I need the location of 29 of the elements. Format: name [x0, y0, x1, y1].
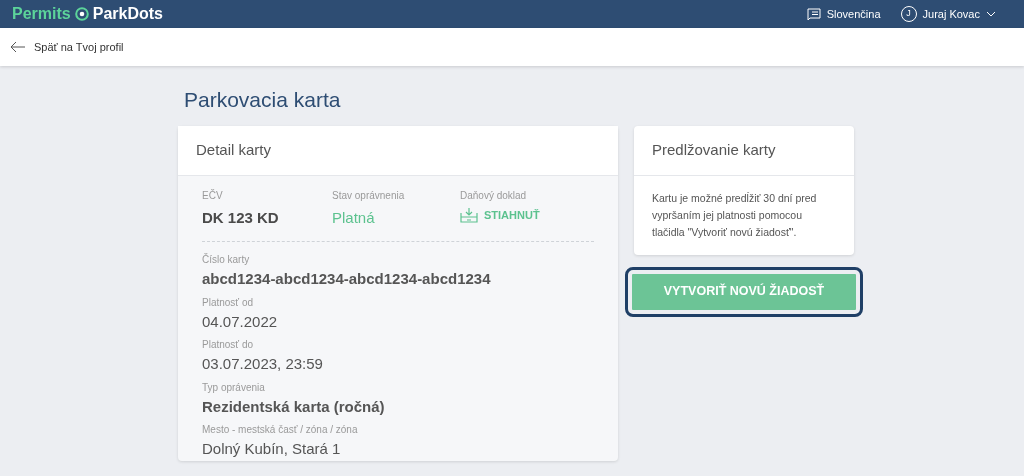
renewal-info-text: Kartu je možné predĺžiť 30 dní pred vypršaním jej platnosti pomocou tlačidla "Vytvoriť novú žiadosť". [651, 190, 818, 240]
logo-text: ParkDots [92, 4, 163, 24]
field-label: Číslo karty [202, 252, 250, 267]
card-title: Predlžovanie karty [652, 139, 776, 160]
field-label: Stav oprávnenia [332, 188, 405, 203]
logo-text: Permits [12, 4, 71, 24]
field-label: Platnosť od [202, 295, 253, 310]
logo-icon [74, 7, 89, 21]
chevron-down-icon [986, 11, 996, 17]
field-label: Typ oprávenia [202, 380, 265, 395]
field-value: DK 123 KD [202, 207, 279, 228]
field-label: Daňový doklad [460, 188, 527, 203]
language-button[interactable]: Slovenčina [806, 5, 881, 23]
field-label: Platnosť do [202, 338, 253, 352]
card-title: Detail karty [196, 139, 272, 160]
field-value: Rezidentská karta (ročná) [202, 396, 385, 417]
field-label: Mesto - mestská časť / zóna / zóna [202, 423, 358, 437]
back-link[interactable]: Späť na Tvoj profil [10, 38, 124, 56]
field-value: 03.07.2023, 23:59 [202, 354, 323, 374]
field-value: Dolný Kubín, Stará 1 [202, 439, 341, 459]
field-value: 04.07.2022 [202, 311, 278, 332]
status-value: Platná [332, 207, 375, 228]
page-title: Parkovacia karta [184, 87, 342, 113]
download-icon [460, 206, 478, 223]
field-label: EČV [202, 188, 223, 203]
arrow-left-icon [10, 41, 26, 53]
field-value: abcd1234-abcd1234-abcd1234-abcd1234 [202, 269, 491, 289]
user-menu-button[interactable]: J Juraj Kovac [900, 5, 996, 23]
chat-icon [806, 7, 821, 21]
